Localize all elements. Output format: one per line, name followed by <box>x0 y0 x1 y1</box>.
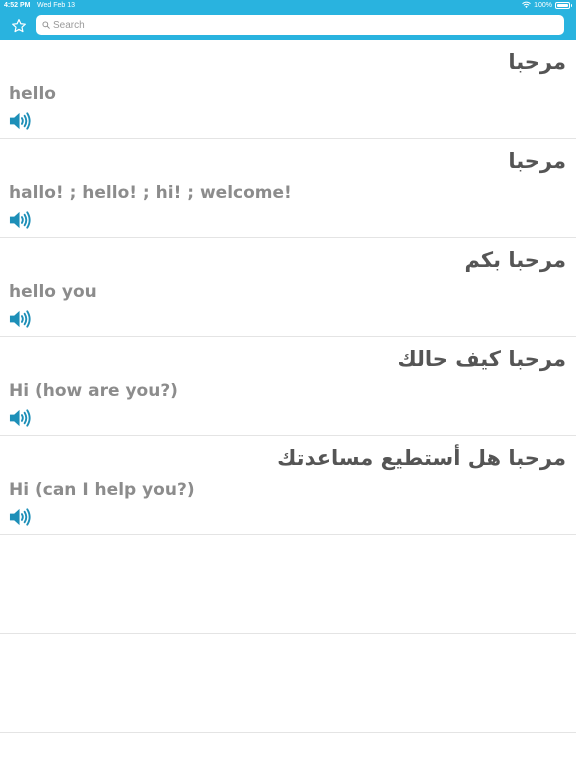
battery-percent: 100% <box>534 1 552 9</box>
battery-fill <box>557 3 568 7</box>
speaker-icon[interactable] <box>9 111 32 131</box>
list-item[interactable]: مرحبا hallo! ; hello! ; hi! ; welcome! <box>0 139 576 238</box>
search-input[interactable] <box>53 19 543 31</box>
english-translation: Hi (how are you?) <box>9 381 178 401</box>
battery-icon <box>555 1 572 9</box>
arabic-phrase: مرحبا بكم <box>464 248 566 272</box>
english-translation: hallo! ; hello! ; hi! ; welcome! <box>9 183 292 203</box>
status-indicators: 100% <box>522 1 572 9</box>
status-bar: 4:52 PM Wed Feb 13 100% <box>0 0 576 12</box>
empty-row <box>0 634 576 733</box>
list-item[interactable]: مرحبا hello <box>0 40 576 139</box>
arabic-phrase: مرحبا <box>508 50 566 74</box>
list-item[interactable]: مرحبا كيف حالك Hi (how are you?) <box>0 337 576 436</box>
results-list: مرحبا hello مرحبا hallo! ; hello! ; hi! … <box>0 40 576 733</box>
toolbar <box>0 12 576 40</box>
english-translation: hello you <box>9 282 97 302</box>
search-field[interactable] <box>36 15 564 35</box>
search-icon <box>42 21 50 29</box>
speaker-icon[interactable] <box>9 309 32 329</box>
english-translation: hello <box>9 84 56 104</box>
speaker-icon[interactable] <box>9 210 32 230</box>
arabic-phrase: مرحبا كيف حالك <box>397 347 566 371</box>
list-item[interactable]: مرحبا بكم hello you <box>0 238 576 337</box>
list-item[interactable]: مرحبا هل أستطيع مساعدتك Hi (can I help y… <box>0 436 576 535</box>
arabic-phrase: مرحبا هل أستطيع مساعدتك <box>277 446 566 470</box>
empty-row <box>0 535 576 634</box>
status-time: 4:52 PM <box>4 2 31 9</box>
wifi-icon <box>522 1 531 8</box>
star-icon <box>12 19 26 33</box>
arabic-phrase: مرحبا <box>508 149 566 173</box>
status-date: Wed Feb 13 <box>37 2 76 9</box>
favorites-button[interactable] <box>8 15 30 37</box>
speaker-icon[interactable] <box>9 408 32 428</box>
english-translation: Hi (can I help you?) <box>9 480 195 500</box>
speaker-icon[interactable] <box>9 507 32 527</box>
